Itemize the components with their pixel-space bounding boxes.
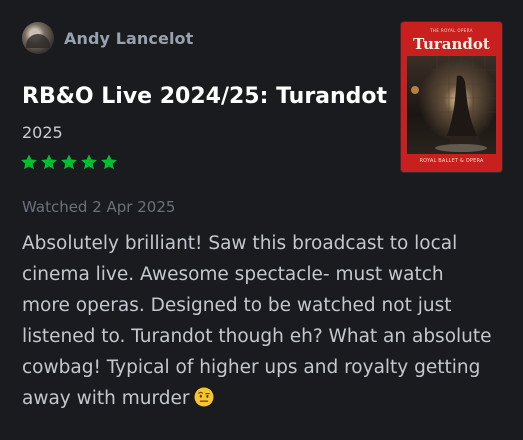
poster-artwork — [407, 56, 496, 154]
star-icon — [21, 154, 37, 170]
author-name[interactable]: Andy Lancelot — [64, 29, 193, 48]
poster-top-text: THE ROYAL OPERA — [430, 28, 473, 33]
star-icon — [101, 154, 117, 170]
star-icon — [81, 154, 97, 170]
avatar[interactable] — [22, 22, 54, 54]
star-icon — [41, 154, 57, 170]
review-card: Andy Lancelot RB&O Live 2024/25: Turando… — [0, 0, 523, 440]
poster-figure-image — [411, 56, 496, 154]
star-icon — [61, 154, 77, 170]
poster-title: Turandot — [413, 35, 490, 53]
film-year[interactable]: 2025 — [22, 123, 63, 142]
review-text: Absolutely brilliant! Saw this broadcast… — [22, 228, 492, 414]
film-poster[interactable]: THE ROYAL OPERA Turandot ROYAL BALLET & … — [401, 22, 502, 172]
watched-date: Watched 2 Apr 2025 — [22, 198, 176, 216]
review-author[interactable]: Andy Lancelot — [22, 22, 193, 54]
review-body: Absolutely brilliant! Saw this broadcast… — [22, 233, 492, 409]
star-rating — [20, 153, 118, 171]
raised-eyebrow-face-icon — [194, 387, 214, 407]
poster-footer-text: ROYAL BALLET & OPERA — [419, 158, 484, 164]
film-title[interactable]: RB&O Live 2024/25: Turandot — [22, 84, 387, 109]
